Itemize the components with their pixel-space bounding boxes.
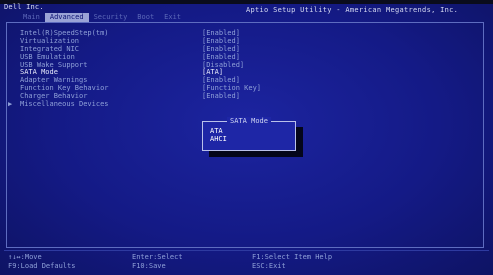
bios-screen: Dell Inc. Aptio Setup Utility - American… (0, 0, 493, 275)
key-hint-save: F10:Save (132, 262, 166, 270)
key-hint-enter-select: Enter:Select (132, 253, 183, 261)
tab-exit[interactable]: Exit (159, 13, 186, 22)
key-hint-item-help: F1:Select Item Help (252, 253, 333, 261)
setting-row-virtualization[interactable]: Virtualization [Enabled] (20, 37, 480, 46)
monitor-bezel (0, 0, 493, 4)
tab-main[interactable]: Main (18, 13, 45, 22)
setting-row-sata-mode[interactable]: SATA Mode [ATA] (20, 69, 480, 77)
tab-advanced[interactable]: Advanced (44, 13, 89, 22)
settings-list: Intel(R)SpeedStep(tm) [Enabled] Virtuali… (8, 29, 480, 109)
tab-boot[interactable]: Boot (132, 13, 159, 22)
popup-option-ahci[interactable]: AHCI (210, 135, 227, 143)
setting-row-speedstep[interactable]: Intel(R)SpeedStep(tm) [Enabled] (20, 29, 480, 38)
setting-row-misc-devices[interactable]: ▶ Miscellaneous Devices (8, 100, 480, 109)
utility-title: Aptio Setup Utility - American Megatrend… (246, 6, 459, 14)
popup-option-ata[interactable]: ATA (210, 127, 223, 135)
footer-divider (4, 250, 489, 251)
tab-security[interactable]: Security (89, 13, 133, 22)
tab-bar: Main Advanced Security Boot Exit (18, 13, 186, 22)
setting-row-usb-wake[interactable]: USB Wake Support [Disabled] (20, 61, 480, 70)
setting-label: Miscellaneous Devices (20, 100, 109, 109)
setting-row-usb-emulation[interactable]: USB Emulation [Enabled] (20, 53, 480, 62)
popup-title: SATA Mode (203, 117, 295, 125)
key-hint-exit: ESC:Exit (252, 262, 286, 270)
sata-mode-popup: SATA Mode ATA AHCI (202, 117, 296, 151)
key-hint-move: ↑↓↔:Move (8, 253, 42, 261)
setting-value[interactable]: [Enabled] (202, 92, 240, 101)
submenu-arrow-icon: ▶ (8, 100, 13, 109)
key-help-footer: ↑↓↔:Move F9:Load Defaults Enter:Select F… (0, 253, 493, 273)
vendor-name: Dell Inc. (4, 3, 44, 11)
setting-row-function-key[interactable]: Function Key Behavior [Function Key] (20, 84, 480, 93)
setting-row-integrated-nic[interactable]: Integrated NIC [Enabled] (20, 45, 480, 54)
popup-title-text: SATA Mode (227, 117, 271, 125)
key-hint-load-defaults: F9:Load Defaults (8, 262, 76, 270)
